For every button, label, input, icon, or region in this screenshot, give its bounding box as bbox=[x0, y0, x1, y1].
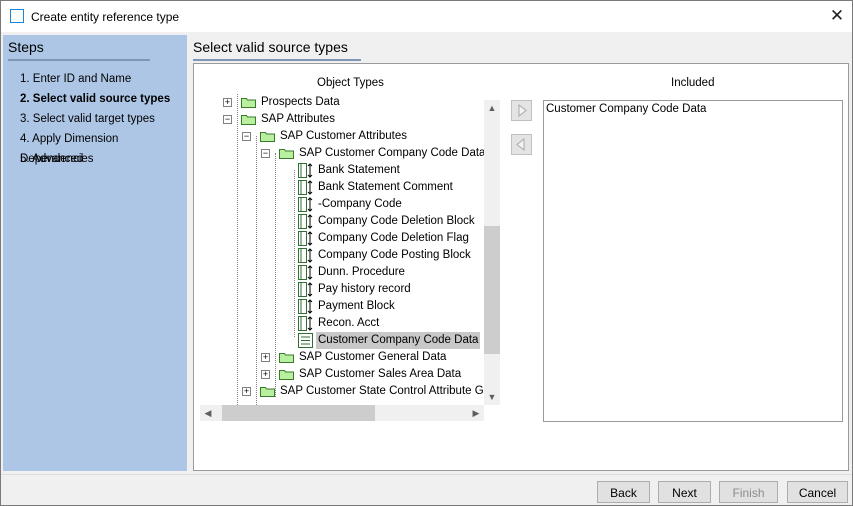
remove-from-included-button[interactable] bbox=[511, 134, 532, 155]
title-bar: Create entity reference type ✕ bbox=[1, 1, 852, 32]
expand-icon[interactable]: + bbox=[261, 353, 270, 362]
scrollbar-thumb[interactable] bbox=[222, 405, 375, 421]
tree-item-sap-customer-company-code-data[interactable]: − SAP Customer Company Code Data bbox=[200, 145, 484, 162]
tree-vertical-scrollbar[interactable]: ▲ ▼ bbox=[484, 100, 500, 405]
folder-open-icon bbox=[279, 149, 294, 159]
close-button[interactable]: ✕ bbox=[823, 5, 851, 27]
steps-heading-underline bbox=[8, 59, 150, 61]
back-button[interactable]: Back bbox=[597, 481, 650, 503]
steps-sidebar: Steps 1. Enter ID and Name 2. Select val… bbox=[3, 35, 187, 471]
folder-open-icon bbox=[260, 132, 275, 142]
tree-item-customer-company-code-data[interactable]: Customer Company Code Data bbox=[200, 332, 481, 349]
scrollbar-thumb[interactable] bbox=[484, 226, 500, 354]
footer-separator bbox=[1, 474, 852, 475]
attribute-icon bbox=[298, 282, 313, 297]
object-types-tree[interactable]: + Prospects Data − SAP Attributes − SAP … bbox=[200, 94, 484, 405]
folder-icon bbox=[260, 387, 275, 397]
finish-button[interactable]: Finish bbox=[719, 481, 778, 503]
attribute-icon bbox=[298, 163, 313, 178]
attribute-icon bbox=[298, 299, 313, 314]
step-select-source: 2. Select valid source types bbox=[20, 93, 171, 105]
tree-item-attribute[interactable]: -Company Code bbox=[200, 196, 404, 213]
tree-item-attribute[interactable]: Company Code Posting Block bbox=[200, 247, 473, 264]
tree-item-attribute[interactable]: Bank Statement bbox=[200, 162, 402, 179]
attribute-icon bbox=[298, 316, 313, 331]
step-advanced: 5. Advanced bbox=[20, 153, 84, 165]
dialog-window: Create entity reference type ✕ Steps 1. … bbox=[0, 0, 853, 506]
expand-icon[interactable]: + bbox=[261, 370, 270, 379]
included-item[interactable]: Customer Company Code Data bbox=[546, 103, 706, 115]
selection-panel: Object Types Included + Prospects Data −… bbox=[193, 63, 849, 471]
folder-icon bbox=[279, 370, 294, 380]
included-header: Included bbox=[671, 77, 715, 89]
tree-item-attribute[interactable]: Bank Statement Comment bbox=[200, 179, 455, 196]
tree-item-attribute[interactable]: Recon. Acct bbox=[200, 315, 381, 332]
tree-item-sap-attributes[interactable]: − SAP Attributes bbox=[200, 111, 337, 128]
arrow-left-icon bbox=[516, 137, 525, 152]
step-dimension-dependencies: 4. Apply Dimension Dependencies bbox=[20, 133, 119, 165]
scroll-right-icon[interactable]: ▶ bbox=[468, 405, 484, 421]
tree-item-attribute[interactable]: Dunn. Procedure bbox=[200, 264, 407, 281]
collapse-icon[interactable]: − bbox=[261, 149, 270, 158]
expand-icon[interactable]: + bbox=[242, 387, 251, 396]
folder-icon bbox=[279, 353, 294, 363]
scroll-down-icon[interactable]: ▼ bbox=[484, 389, 500, 405]
scroll-up-icon[interactable]: ▲ bbox=[484, 100, 500, 116]
tree-item-attribute[interactable]: Payment Block bbox=[200, 298, 397, 315]
attribute-icon bbox=[298, 197, 313, 212]
object-types-header: Object Types bbox=[317, 77, 384, 89]
page-title-underline bbox=[193, 59, 361, 61]
entity-type-icon bbox=[298, 333, 313, 348]
tree-item-attribute[interactable]: Company Code Deletion Flag bbox=[200, 230, 471, 247]
window-icon bbox=[10, 9, 24, 23]
attribute-icon bbox=[298, 248, 313, 263]
window-title: Create entity reference type bbox=[31, 10, 180, 24]
steps-heading: Steps bbox=[8, 39, 44, 55]
tree-item-attribute[interactable]: Pay history record bbox=[200, 281, 413, 298]
tree-item-sap-customer-general-data[interactable]: + SAP Customer General Data bbox=[200, 349, 448, 366]
collapse-icon[interactable]: − bbox=[242, 132, 251, 141]
attribute-icon bbox=[298, 214, 313, 229]
next-button[interactable]: Next bbox=[658, 481, 711, 503]
tree-item-prospects-data[interactable]: + Prospects Data bbox=[200, 94, 342, 111]
tree-horizontal-scrollbar[interactable]: ◀ ▶ bbox=[200, 405, 484, 421]
collapse-icon[interactable]: − bbox=[223, 115, 232, 124]
attribute-icon bbox=[298, 180, 313, 195]
steps-list: 1. Enter ID and Name 2. Select valid sou… bbox=[20, 69, 187, 169]
tree-item-attribute[interactable]: Company Code Deletion Block bbox=[200, 213, 477, 230]
expand-icon[interactable]: + bbox=[223, 98, 232, 107]
folder-open-icon bbox=[241, 115, 256, 125]
step-enter-id: 1. Enter ID and Name bbox=[20, 73, 132, 85]
attribute-icon bbox=[298, 231, 313, 246]
arrow-right-icon bbox=[518, 103, 527, 118]
page-title: Select valid source types bbox=[193, 39, 348, 55]
tree-item-sap-customer-attributes[interactable]: − SAP Customer Attributes bbox=[200, 128, 409, 145]
included-list[interactable]: Customer Company Code Data bbox=[543, 100, 843, 422]
scroll-left-icon[interactable]: ◀ bbox=[200, 405, 216, 421]
attribute-icon bbox=[298, 265, 313, 280]
folder-icon bbox=[241, 98, 256, 108]
add-to-included-button[interactable] bbox=[511, 100, 532, 121]
cancel-button[interactable]: Cancel bbox=[787, 481, 848, 503]
tree-item-sap-customer-state-control[interactable]: + SAP Customer State Control Attribute G… bbox=[200, 383, 484, 400]
step-select-target: 3. Select valid target types bbox=[20, 113, 155, 125]
tree-item-sap-customer-sales-area-data[interactable]: + SAP Customer Sales Area Data bbox=[200, 366, 463, 383]
